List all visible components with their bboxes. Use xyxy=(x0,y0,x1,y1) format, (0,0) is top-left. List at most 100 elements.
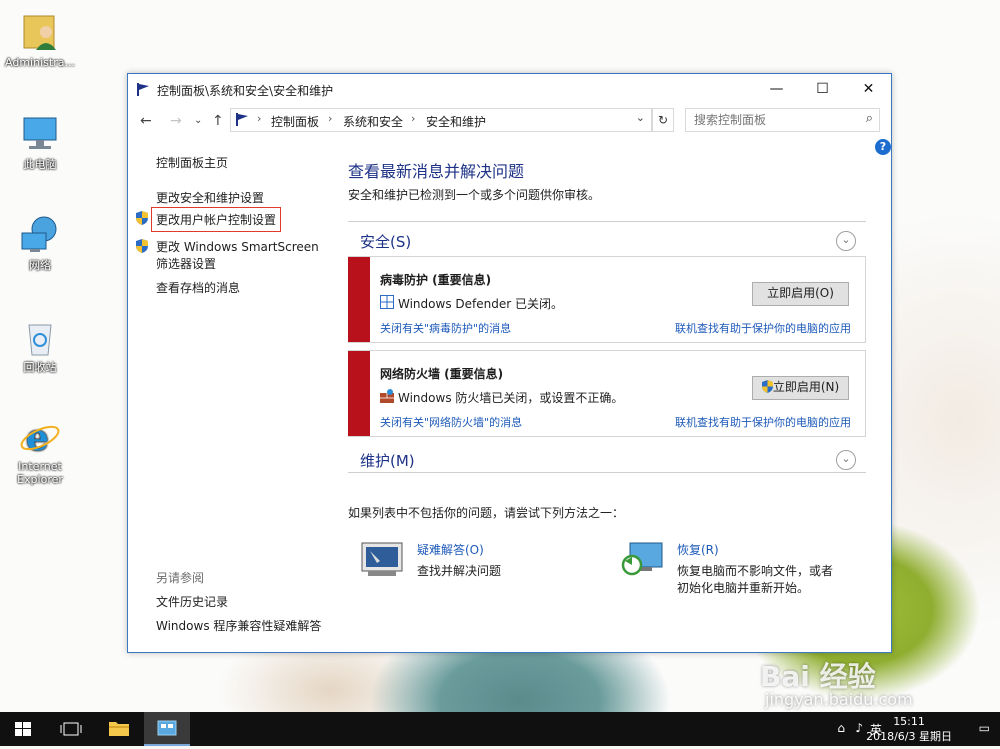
tool-description: 恢复电脑而不影响文件，或者 初始化电脑并重新开始。 xyxy=(677,563,833,597)
control-panel-window: 控制面板\系统和安全\安全和维护 — ☐ ✕ ← → ⌄ ↑ › 控制面板 › … xyxy=(127,73,892,653)
turn-on-virus-protection-button[interactable]: 立即启用(O) xyxy=(752,282,849,306)
refresh-icon: ↻ xyxy=(657,113,669,127)
desktop-icon-this-pc[interactable]: 此电脑 xyxy=(0,112,80,171)
find-app-online-link[interactable]: 联机查找有助于保护你的电脑的应用 xyxy=(675,414,851,430)
notification-icon[interactable]: ▭ xyxy=(979,721,990,735)
see-also-heading: 另请参阅 xyxy=(156,571,205,585)
breadcrumb-control-panel[interactable]: 控制面板 xyxy=(271,113,319,130)
message-title: 网络防火墙 (重要信息) xyxy=(380,367,504,381)
baidu-watermark-url: jingyan.baidu.com xyxy=(765,690,913,709)
up-arrow-icon[interactable]: ↑ xyxy=(212,113,224,129)
network-tray-icon[interactable]: ⌂ xyxy=(837,721,845,735)
troubleshooting-icon xyxy=(360,539,404,579)
user-folder-icon xyxy=(18,10,62,54)
control-panel-icon xyxy=(157,720,177,736)
volume-tray-icon[interactable]: ♪ xyxy=(855,721,863,735)
windows-defender-icon xyxy=(380,295,394,309)
message-description: Windows Defender 已关闭。 xyxy=(398,297,563,311)
control-panel-home-link[interactable]: 控制面板主页 xyxy=(156,154,228,171)
control-panel-taskbar-button[interactable] xyxy=(144,712,190,746)
change-uac-settings-link[interactable]: 更改用户帐户控制设置 xyxy=(151,207,282,232)
virus-protection-message: 病毒防护 (重要信息) Windows Defender 已关闭。 立即启用(O… xyxy=(348,256,866,343)
maintenance-section-title[interactable]: 维护(M) xyxy=(360,450,415,471)
find-app-online-link[interactable]: 联机查找有助于保护你的电脑的应用 xyxy=(675,320,851,336)
search-box[interactable]: ⌕ xyxy=(685,108,880,132)
back-arrow-icon[interactable]: ← xyxy=(140,113,152,129)
breadcrumb-security-maintenance[interactable]: 安全和维护 xyxy=(426,113,486,130)
window-title: 控制面板\系统和安全\安全和维护 xyxy=(157,84,334,98)
search-input[interactable] xyxy=(692,112,856,128)
file-explorer-button[interactable] xyxy=(96,712,142,746)
chevron-down-icon[interactable]: ⌄ xyxy=(636,111,645,124)
change-security-maintenance-settings-link[interactable]: 更改安全和维护设置 xyxy=(156,189,264,206)
address-bar[interactable]: › 控制面板 › 系统和安全 › 安全和维护 ⌄ xyxy=(230,108,652,132)
minimize-button[interactable]: — xyxy=(754,74,799,104)
tool-description: 查找并解决问题 xyxy=(417,564,502,578)
firewall-message: 网络防火墙 (重要信息) Windows 防火墙已关闭，或设置不正确。 立即启用… xyxy=(348,350,866,437)
desktop-icon-label-line2: Explorer xyxy=(17,473,63,486)
tool-description-line1: 恢复电脑而不影响文件，或者 xyxy=(677,564,834,578)
flag-icon xyxy=(136,82,150,96)
recovery-icon xyxy=(620,539,664,579)
flag-icon xyxy=(235,112,249,129)
computer-icon xyxy=(18,112,62,156)
taskbar: ⌂ ♪ 英 15:11 2018/6/3 星期日 ▭ xyxy=(0,712,1000,746)
network-icon xyxy=(18,213,62,257)
alert-stripe xyxy=(348,351,370,436)
change-smartscreen-settings-link-line2[interactable]: 筛选器设置 xyxy=(156,255,216,272)
section-divider xyxy=(348,472,866,473)
view-archived-messages-link[interactable]: 查看存档的消息 xyxy=(156,279,240,296)
hint-text: 如果列表中不包括你的问题，请尝试下列方法之一： xyxy=(348,506,625,520)
clock[interactable]: 15:11 2018/6/3 星期日 xyxy=(866,714,952,744)
program-compatibility-troubleshooter-link[interactable]: Windows 程序兼容性疑难解答 xyxy=(156,617,321,634)
desktop-icon-user-folder[interactable]: Administra... xyxy=(0,10,80,69)
task-view-button[interactable] xyxy=(48,712,94,746)
desktop-icon-label: Administra... xyxy=(5,56,75,69)
breadcrumb-system-security[interactable]: 系统和安全 xyxy=(343,113,403,130)
firewall-icon xyxy=(380,389,394,403)
chevron-collapse-icon[interactable]: ⌄ xyxy=(836,231,856,251)
security-section-title[interactable]: 安全(S) xyxy=(360,231,411,252)
maximize-button[interactable]: ☐ xyxy=(800,74,845,104)
breadcrumb-separator: › xyxy=(411,112,416,125)
recent-dropdown-icon[interactable]: ⌄ xyxy=(194,115,202,126)
close-button[interactable]: ✕ xyxy=(846,74,891,104)
task-view-icon xyxy=(60,722,82,736)
change-smartscreen-settings-link[interactable]: 更改 Windows SmartScreen xyxy=(156,238,319,255)
desktop-icon-recycle-bin[interactable]: 回收站 xyxy=(0,315,80,374)
breadcrumb-separator: › xyxy=(328,112,333,125)
search-icon[interactable]: ⌕ xyxy=(866,111,873,126)
chevron-expand-icon[interactable]: ⌄ xyxy=(836,450,856,470)
dismiss-message-link[interactable]: 关闭有关"网络防火墙"的消息 xyxy=(380,414,522,430)
desktop-icon-network[interactable]: 网络 xyxy=(0,213,80,272)
title-bar[interactable]: 控制面板\系统和安全\安全和维护 — ☐ ✕ xyxy=(128,74,891,104)
section-divider xyxy=(348,221,866,222)
page-title: 查看最新消息并解决问题 xyxy=(348,162,525,181)
desktop-icon-label: 回收站 xyxy=(23,361,57,374)
desktop-icon-internet-explorer[interactable]: e Internet Explorer xyxy=(0,414,80,486)
refresh-button[interactable]: ↻ xyxy=(652,108,674,132)
file-history-link[interactable]: 文件历史记录 xyxy=(156,593,228,610)
tool-name[interactable]: 疑难解答(O) xyxy=(417,541,484,558)
uac-shield-icon xyxy=(761,379,773,400)
turn-on-firewall-button[interactable]: 立即启用(N) xyxy=(752,376,849,400)
alert-stripe xyxy=(348,257,370,342)
address-row: ← → ⌄ ↑ › 控制面板 › 系统和安全 › 安全和维护 ⌄ ↻ ⌕ xyxy=(128,106,891,136)
button-label: 立即启用(N) xyxy=(772,380,840,394)
uac-shield-icon xyxy=(136,211,148,225)
help-icon[interactable]: ? xyxy=(875,139,891,155)
tool-name[interactable]: 恢复(R) xyxy=(677,541,719,558)
uac-shield-icon xyxy=(136,239,148,253)
desktop-icon-label: 此电脑 xyxy=(23,158,57,171)
message-title: 病毒防护 (重要信息) xyxy=(380,273,492,287)
forward-arrow-icon[interactable]: → xyxy=(170,113,182,129)
clock-time: 15:11 xyxy=(893,715,925,728)
page-subtitle: 安全和维护已检测到一个或多个问题供你审核。 xyxy=(348,188,601,202)
start-button[interactable] xyxy=(0,712,46,746)
desktop-icon-label: 网络 xyxy=(29,259,51,272)
baidu-watermark: Bai 经验 xyxy=(760,660,876,693)
windows-logo-icon xyxy=(15,722,31,736)
dismiss-message-link[interactable]: 关闭有关"病毒防护"的消息 xyxy=(380,320,511,336)
recycle-bin-icon xyxy=(18,315,62,359)
desktop-icon-label-line1: Internet xyxy=(18,460,62,473)
